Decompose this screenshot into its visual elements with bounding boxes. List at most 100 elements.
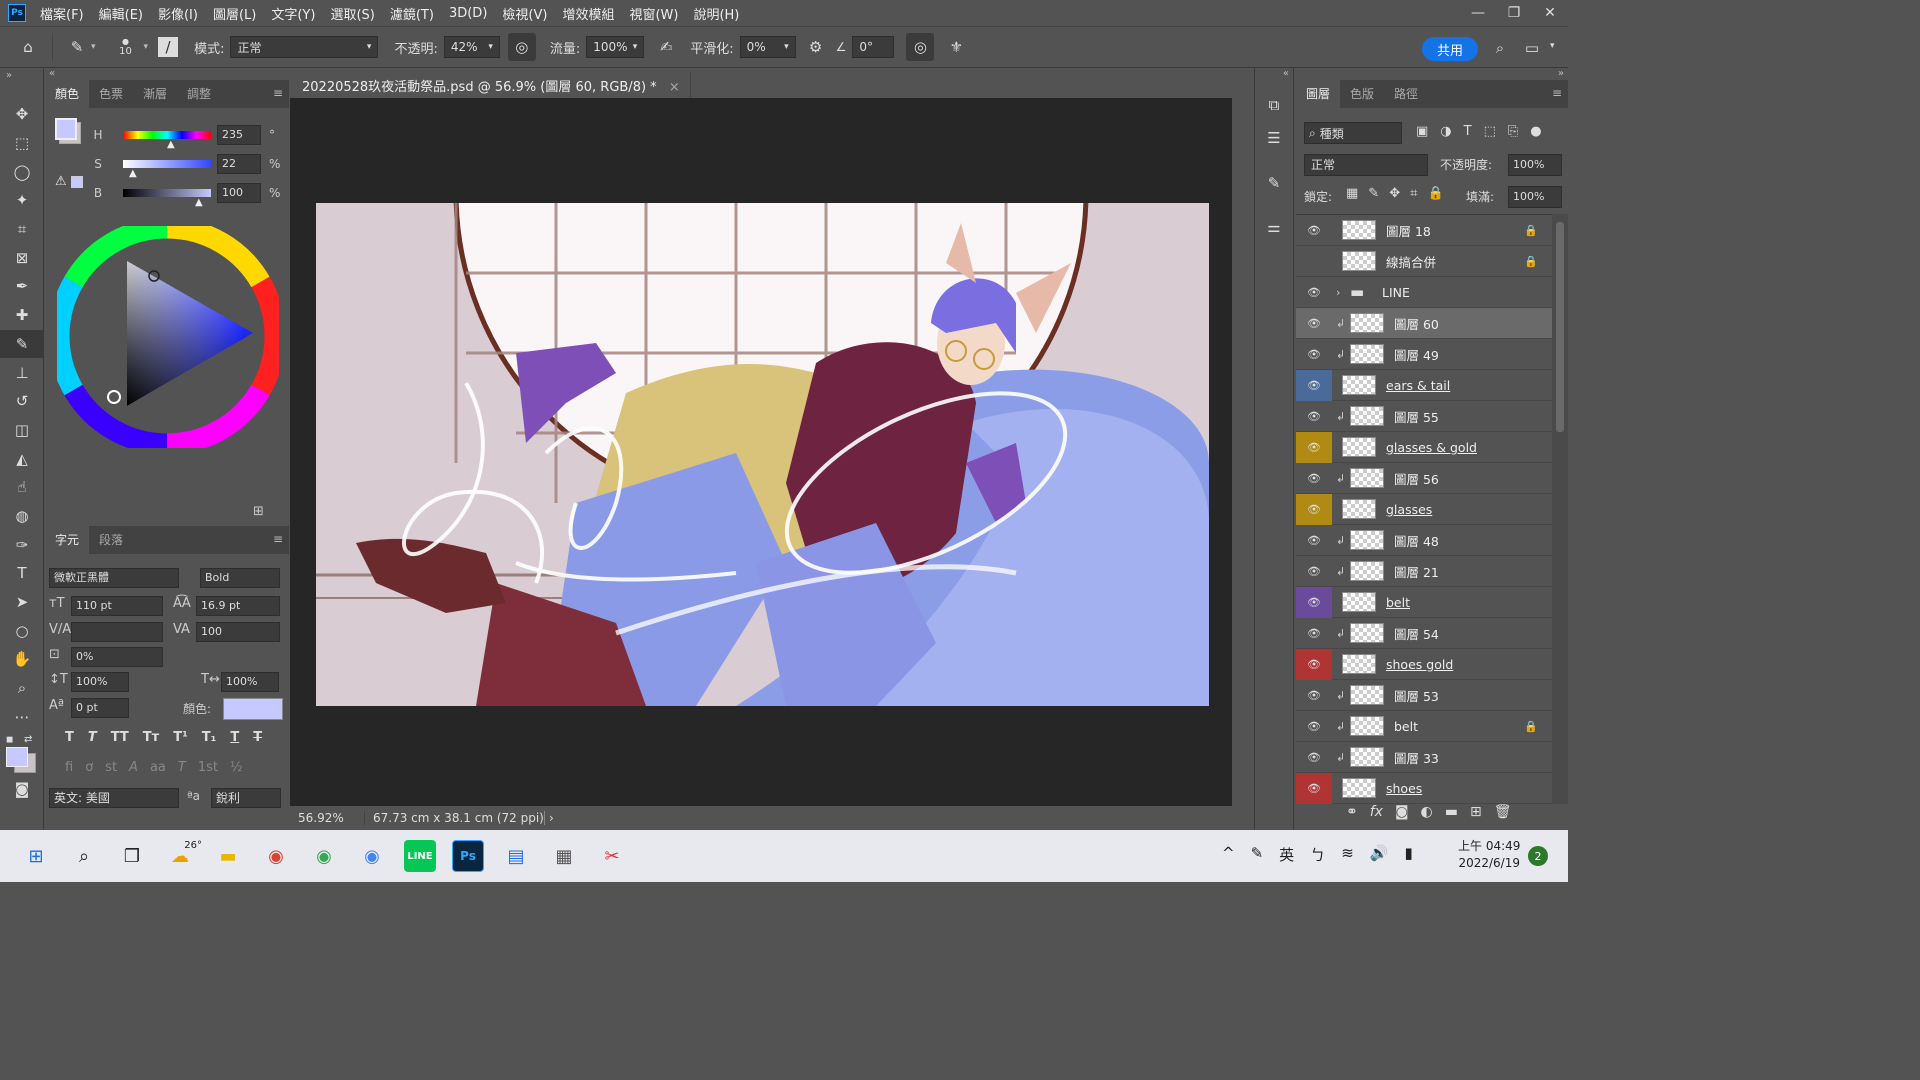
- menu-select[interactable]: 選取(S): [330, 4, 374, 23]
- layer-row[interactable]: 👁 ↲ belt 🔒: [1296, 711, 1552, 742]
- eye-icon[interactable]: 👁: [1296, 680, 1332, 711]
- brush-tool-icon[interactable]: ✎: [0, 329, 44, 359]
- eyedropper-tool-icon[interactable]: ✒: [0, 272, 44, 301]
- chrome-icon[interactable]: ◉: [356, 840, 388, 872]
- line-app-icon[interactable]: LINE: [404, 840, 436, 872]
- ellipse-tool-icon[interactable]: ○: [0, 616, 44, 645]
- tracking-input[interactable]: 100: [196, 622, 280, 642]
- lock-all-icon[interactable]: 🔒: [1427, 186, 1443, 201]
- type-tool-icon[interactable]: T: [0, 559, 44, 588]
- collapse-panel-icon[interactable]: «: [49, 68, 55, 79]
- menu-filter[interactable]: 濾鏡(T): [390, 4, 434, 23]
- swash-button[interactable]: A: [129, 760, 138, 775]
- group-expand-icon[interactable]: ›: [1336, 286, 1346, 299]
- saturation-slider[interactable]: [123, 160, 211, 168]
- layer-row[interactable]: 👁 ↲ 圖層 21: [1296, 556, 1552, 587]
- adjustment-layer-icon[interactable]: ◐: [1421, 804, 1433, 820]
- saturation-thumb-icon[interactable]: ▲: [129, 168, 137, 179]
- eye-icon[interactable]: 👁: [1296, 742, 1332, 773]
- layers-scrollbar[interactable]: [1552, 214, 1568, 804]
- sponge-tool-icon[interactable]: ◍: [0, 502, 44, 531]
- faux-bold-button[interactable]: T: [65, 730, 74, 745]
- vertical-scale-input[interactable]: 100%: [71, 672, 129, 692]
- chrome-icon[interactable]: ◉: [260, 840, 292, 872]
- foreground-color-swatch[interactable]: [6, 747, 28, 768]
- antialias-select[interactable]: 銳利: [211, 788, 281, 808]
- lock-position-icon[interactable]: ✥: [1389, 186, 1400, 201]
- eye-icon[interactable]: 👁: [1296, 215, 1332, 246]
- tab-color[interactable]: 顏色: [45, 79, 90, 108]
- hue-thumb-icon[interactable]: ▲: [167, 139, 175, 150]
- fg-swatch[interactable]: [55, 118, 77, 140]
- all-caps-button[interactable]: TT: [111, 730, 129, 745]
- zoom-level[interactable]: 56.92%: [298, 811, 356, 825]
- gamut-warning-icon[interactable]: ⚠: [55, 174, 67, 189]
- wifi-icon[interactable]: ≋: [1341, 844, 1354, 865]
- menu-window[interactable]: 視窗(W): [629, 4, 678, 23]
- font-size-input[interactable]: 110 pt: [71, 596, 163, 616]
- layer-row[interactable]: 👁 ↲ 圖層 53: [1296, 680, 1552, 711]
- menu-file[interactable]: 檔案(F): [40, 4, 84, 23]
- healing-brush-tool-icon[interactable]: ✚: [0, 301, 44, 330]
- menu-view[interactable]: 檢視(V): [502, 4, 547, 23]
- font-family-select[interactable]: 微軟正黑體: [49, 568, 179, 588]
- status-menu-icon[interactable]: ›: [544, 811, 554, 825]
- volume-icon[interactable]: 🔊: [1370, 844, 1389, 865]
- document-tab[interactable]: 20220528玖夜活動祭品.psd @ 56.9% (圖層 60, RGB/8…: [292, 72, 691, 98]
- close-icon[interactable]: ✕: [1532, 0, 1568, 26]
- layer-row[interactable]: 👁 › ▬ LINE: [1296, 277, 1552, 308]
- chevron-down-icon[interactable]: ▾: [1550, 41, 1555, 51]
- tab-paths[interactable]: 路徑: [1384, 79, 1428, 108]
- windows-start-icon[interactable]: ⊞: [20, 840, 52, 872]
- filter-adjustment-icon[interactable]: ◑: [1440, 124, 1451, 139]
- subscript-button[interactable]: T₁: [202, 730, 217, 745]
- tab-character[interactable]: 字元: [45, 525, 90, 554]
- layer-row[interactable]: 👁 ↲ 圖層 33: [1296, 742, 1552, 773]
- layer-row[interactable]: 👁 ↲ 圖層 55: [1296, 401, 1552, 432]
- chevron-down-icon[interactable]: ▾: [91, 42, 96, 52]
- pressure-opacity-icon[interactable]: ◎: [507, 33, 536, 61]
- hue-input[interactable]: 235: [217, 125, 261, 145]
- collapse-icon[interactable]: »: [0, 68, 43, 100]
- filter-pixel-icon[interactable]: ▣: [1416, 124, 1428, 139]
- notepad-icon[interactable]: ▤: [500, 840, 532, 872]
- crop-tool-icon[interactable]: ⌗: [0, 215, 44, 244]
- fractions-button[interactable]: ½: [230, 760, 243, 775]
- frame-tool-icon[interactable]: ⊠: [0, 243, 44, 272]
- titling-button[interactable]: T: [178, 760, 186, 775]
- text-color-swatch[interactable]: [223, 698, 283, 720]
- eye-icon[interactable]: 👁: [1296, 463, 1332, 494]
- fx-icon[interactable]: fx: [1370, 804, 1383, 820]
- layer-filter-select[interactable]: ⌕ 種類: [1304, 122, 1402, 144]
- pen-icon[interactable]: ✎: [1251, 844, 1264, 865]
- strikethrough-button[interactable]: T: [253, 730, 262, 745]
- new-layer-icon[interactable]: ⊞: [1470, 804, 1482, 820]
- eye-icon[interactable]: 👁: [1296, 431, 1332, 463]
- link-layers-icon[interactable]: ⚭: [1346, 804, 1358, 820]
- panel-menu-icon[interactable]: ≡: [273, 532, 283, 546]
- eye-icon[interactable]: 👁: [1296, 339, 1332, 370]
- tab-layers[interactable]: 圖層: [1296, 79, 1341, 108]
- quick-mask-icon[interactable]: ◙: [0, 775, 44, 804]
- share-button[interactable]: 共用: [1422, 37, 1478, 61]
- hue-slider[interactable]: [123, 131, 211, 139]
- ime-mode-icon[interactable]: ㄅ: [1310, 844, 1325, 865]
- lock-transparency-icon[interactable]: ▦: [1346, 186, 1358, 201]
- search-icon[interactable]: ⌕: [1486, 34, 1514, 62]
- close-document-icon[interactable]: ×: [669, 80, 680, 95]
- notification-badge[interactable]: 2: [1528, 846, 1548, 866]
- brightness-slider[interactable]: [123, 189, 211, 197]
- menu-layer[interactable]: 圖層(L): [213, 4, 256, 23]
- opacity-input[interactable]: 42% ▾: [443, 36, 500, 58]
- ligature-button[interactable]: fi: [65, 760, 73, 775]
- eye-icon[interactable]: 👁: [1296, 401, 1332, 432]
- discretionary-ligature-button[interactable]: st: [105, 760, 117, 775]
- delete-layer-icon[interactable]: 🗑: [1494, 804, 1512, 820]
- airbrush-icon[interactable]: ✍: [652, 33, 680, 61]
- default-colors-icon[interactable]: ◼: [6, 735, 13, 745]
- lock-artboard-icon[interactable]: ⌗: [1410, 186, 1417, 201]
- brightness-input[interactable]: 100: [217, 183, 261, 203]
- pressure-size-icon[interactable]: ◎: [906, 33, 935, 61]
- baseline-shift-input[interactable]: 0 pt: [71, 698, 129, 718]
- lock-pixels-icon[interactable]: ✎: [1368, 186, 1379, 201]
